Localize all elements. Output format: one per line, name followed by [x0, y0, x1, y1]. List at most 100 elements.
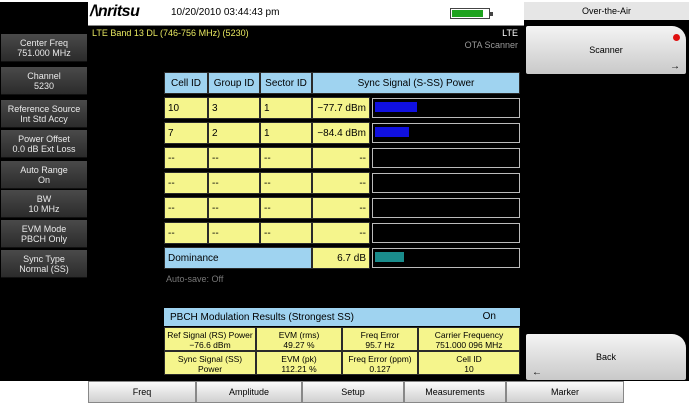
table-cell: --: [164, 147, 208, 169]
dominance-label: Dominance: [164, 247, 312, 269]
pbch-cell-label: EVM (rms): [278, 330, 320, 340]
pbch-cell-value: 112.21 %: [281, 364, 317, 374]
softkey-label: Center Freq: [19, 37, 69, 48]
table-cell: --: [208, 147, 260, 169]
date-time: 10/20/2010 03:44:43 pm: [171, 7, 280, 18]
dominance-bar: [372, 248, 520, 268]
scanner-label: Scanner: [589, 45, 623, 55]
power-bar: [372, 173, 520, 193]
bottom-menu-bar: Freq Amplitude Setup Measurements Marker: [88, 381, 689, 407]
menu-title: Over-the-Air: [524, 2, 689, 20]
pbch-cell-label: Freq Error: [360, 330, 400, 340]
arrow-right-icon: →: [670, 61, 680, 72]
pbch-cell-value: −76.6 dBm: [189, 340, 231, 350]
pbch-cell-label: EVM (pk): [281, 354, 317, 364]
table-cell: 1: [260, 97, 312, 119]
table-cell: --: [260, 222, 312, 244]
pbch-cell-label: Sync Signal (SS) Power: [177, 354, 243, 374]
pbch-header: PBCH Modulation Results (Strongest SS) O…: [164, 308, 520, 326]
pbch-cell-label: Ref Signal (RS) Power: [167, 330, 253, 340]
power-bar: [372, 148, 520, 168]
power-bar-fill: [375, 102, 417, 112]
pbch-cell: Freq Error 95.7 Hz: [342, 327, 418, 351]
softkey-label: Auto Range: [20, 164, 68, 175]
softkey-power-offset[interactable]: Power Offset 0.0 dB Ext Loss: [1, 130, 87, 158]
pbch-title: PBCH Modulation Results (Strongest SS): [170, 311, 354, 323]
table-cell: --: [164, 197, 208, 219]
softkey-reference-source[interactable]: Reference Source Int Std Accy: [1, 100, 87, 128]
table-cell: 10: [164, 97, 208, 119]
softkey-value: 0.0 dB Ext Loss: [12, 143, 76, 154]
softkey-value: 5230: [33, 80, 55, 91]
pbch-cell: EVM (pk) 112.21 %: [256, 351, 342, 375]
softkey-value: Normal (SS): [19, 263, 69, 274]
pbch-state: On: [482, 311, 496, 322]
table-cell: 7: [164, 122, 208, 144]
table-cell: --: [164, 172, 208, 194]
power-bar: [372, 198, 520, 218]
table-cell: --: [208, 172, 260, 194]
menu-tab-amplitude[interactable]: Amplitude: [196, 381, 302, 403]
anritsu-logo: /\nritsu: [90, 3, 140, 20]
pbch-cell-value: 49.27 %: [283, 340, 315, 350]
softkey-value: On: [37, 174, 50, 185]
table-cell: 1: [260, 122, 312, 144]
status-header: /\nritsu 10/20/2010 03:44:43 pm: [88, 2, 524, 26]
left-softkey-panel: Center Freq 751.000 MHz Channel 5230 Referen…: [0, 2, 88, 381]
softkey-value: Int Std Accy: [20, 113, 68, 124]
softkey-label: Reference Source: [7, 103, 81, 114]
softkey-label: EVM Mode: [21, 223, 67, 234]
softkey-value: 10 MHz: [28, 203, 60, 214]
dominance-bar-fill: [375, 252, 404, 262]
table-cell: --: [312, 222, 370, 244]
pbch-cell: EVM (rms) 49.27 %: [256, 327, 342, 351]
measurement-title: LTE Band 13 DL (746-756 MHz) (5230): [92, 28, 249, 38]
arrow-left-icon: ←: [532, 367, 542, 378]
table-cell: −84.4 dBm: [312, 122, 370, 144]
menu-tab-setup[interactable]: Setup: [302, 381, 404, 403]
back-button[interactable]: Back ←: [526, 334, 686, 380]
softkey-auto-range[interactable]: Auto Range On: [1, 161, 87, 189]
scanner-button[interactable]: Scanner →: [526, 26, 686, 74]
pbch-cell: Sync Signal (SS) Power −74.0 dBm: [164, 351, 256, 384]
table-cell: −77.7 dBm: [312, 97, 370, 119]
mode-label: LTE: [502, 28, 518, 38]
pbch-cell-label: Carrier Frequency: [434, 330, 504, 340]
table-cell: 2: [208, 122, 260, 144]
softkey-label: Channel: [27, 70, 61, 81]
column-header: Cell ID: [164, 72, 208, 94]
table-cell: --: [208, 222, 260, 244]
pbch-cell: Freq Error (ppm) 0.127: [342, 351, 418, 375]
table-cell: --: [260, 147, 312, 169]
softkey-evm-mode[interactable]: EVM Mode PBCH Only: [1, 220, 87, 248]
pbch-cell-value: 95.7 Hz: [365, 340, 395, 350]
softkey-sync-type[interactable]: Sync Type Normal (SS): [1, 250, 87, 278]
softkey-label: Power Offset: [18, 133, 70, 144]
pbch-cell-label: Cell ID: [456, 354, 482, 364]
softkey-label: BW: [36, 193, 52, 204]
softkey-center-freq[interactable]: Center Freq 751.000 MHz: [1, 34, 87, 62]
column-header: Sector ID: [260, 72, 312, 94]
measurement-display: LTE Band 13 DL (746-756 MHz) (5230) LTE …: [88, 26, 524, 384]
battery-icon: [450, 8, 493, 19]
dominance-value: 6.7 dB: [312, 247, 370, 269]
menu-tab-measurements[interactable]: Measurements: [404, 381, 506, 403]
softkey-bw[interactable]: BW 10 MHz: [1, 190, 87, 218]
softkey-label: Sync Type: [23, 253, 65, 264]
menu-tab-marker[interactable]: Marker: [506, 381, 624, 403]
pbch-cell-value: 10: [464, 364, 474, 374]
table-cell: --: [312, 172, 370, 194]
table-cell: --: [260, 197, 312, 219]
pbch-cell-value: 0.127: [369, 364, 391, 374]
power-bar-fill: [375, 127, 409, 137]
autosave-status: Auto-save: Off: [166, 274, 224, 284]
power-bar: [372, 98, 520, 118]
active-indicator-icon: [673, 34, 680, 41]
softkey-value: 751.000 MHz: [17, 47, 71, 58]
column-header: Group ID: [208, 72, 260, 94]
table-cell: --: [312, 147, 370, 169]
menu-tab-freq[interactable]: Freq: [88, 381, 196, 403]
pbch-cell-label: Freq Error (ppm): [348, 354, 412, 364]
table-cell: --: [312, 197, 370, 219]
softkey-channel[interactable]: Channel 5230: [1, 67, 87, 95]
